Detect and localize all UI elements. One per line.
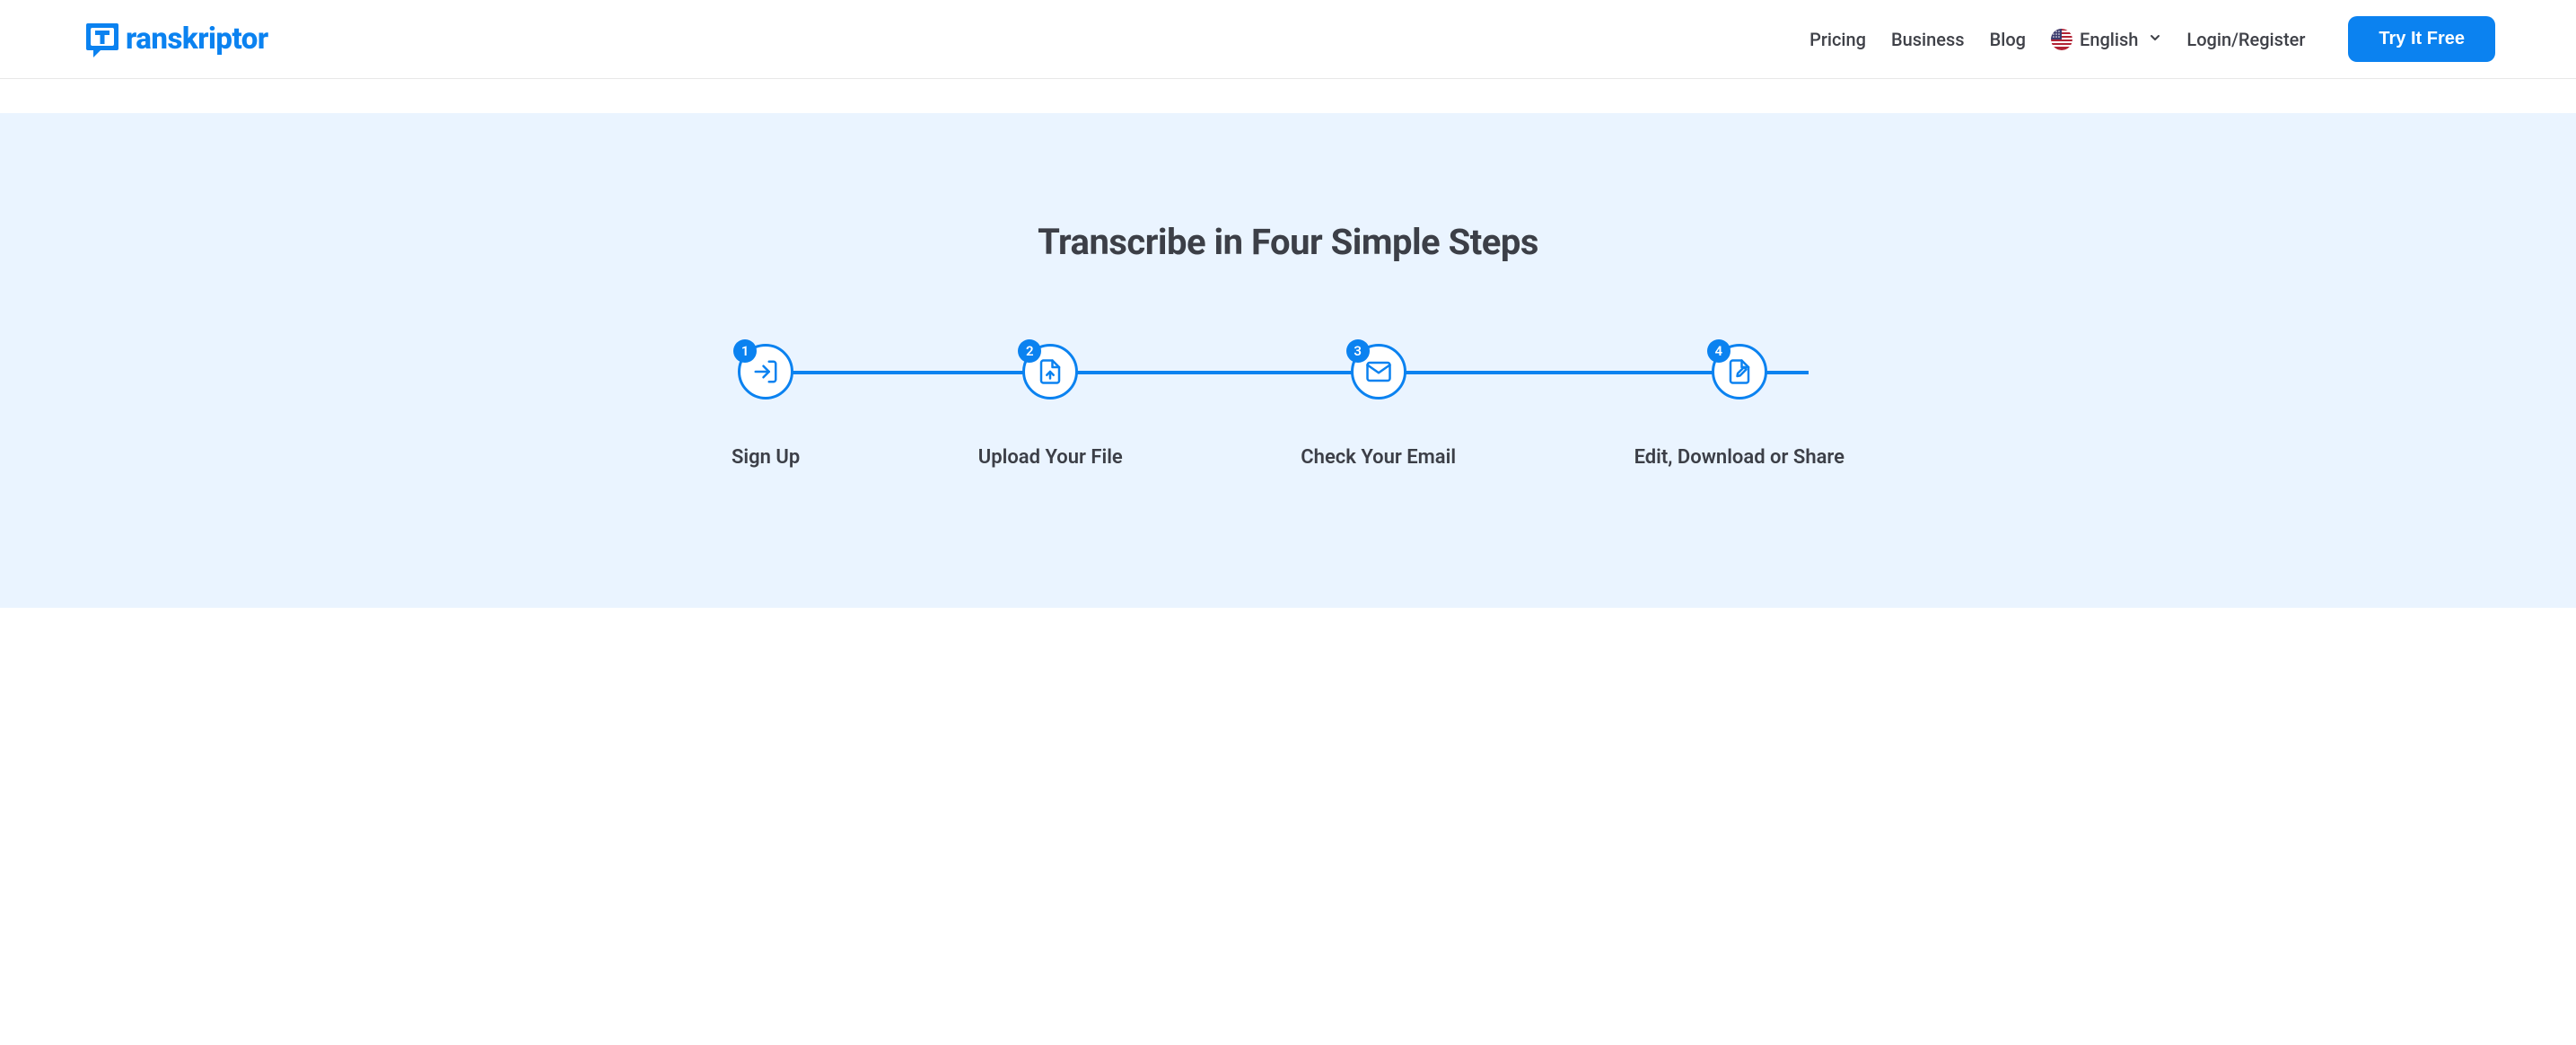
- chevron-down-icon: [2149, 31, 2161, 48]
- step-signup: 1 Sign Up: [732, 344, 800, 469]
- step-number: 3: [1346, 339, 1370, 363]
- mail-icon: [1365, 358, 1392, 385]
- step-label: Edit, Download or Share: [1634, 446, 1844, 469]
- step-circle: 1: [738, 344, 793, 400]
- language-selector[interactable]: English: [2051, 29, 2161, 50]
- edit-file-icon: [1726, 358, 1753, 385]
- hero-title: Transcribe in Four Simple Steps: [0, 221, 2576, 263]
- flag-icon: [2051, 29, 2072, 50]
- signin-icon: [752, 358, 779, 385]
- step-circle: 3: [1351, 344, 1406, 400]
- nav-login[interactable]: Login/Register: [2186, 29, 2305, 50]
- step-label: Check Your Email: [1301, 446, 1456, 469]
- language-label: English: [2080, 29, 2138, 50]
- main-nav: Pricing Business Blog: [1809, 16, 2495, 62]
- logo-icon: [81, 18, 124, 61]
- step-number: 1: [733, 339, 757, 363]
- main-header: ranskriptor Pricing Business Blog: [0, 0, 2576, 79]
- logo-text: ranskriptor: [126, 22, 268, 57]
- step-number: 4: [1707, 339, 1730, 363]
- steps-wrapper: 1 Sign Up 2: [714, 344, 1862, 469]
- upload-file-icon: [1037, 358, 1064, 385]
- step-circle: 4: [1712, 344, 1767, 400]
- nav-business[interactable]: Business: [1891, 29, 1965, 50]
- step-label: Sign Up: [732, 446, 800, 469]
- step-upload: 2 Upload Your File: [978, 344, 1123, 469]
- logo[interactable]: ranskriptor: [81, 18, 268, 61]
- hero-section: Transcribe in Four Simple Steps 1 Sign U…: [0, 113, 2576, 608]
- step-label: Upload Your File: [978, 446, 1123, 469]
- nav-blog[interactable]: Blog: [1990, 29, 2026, 50]
- step-circle: 2: [1022, 344, 1078, 400]
- step-email: 3 Check Your Email: [1301, 344, 1456, 469]
- step-edit: 4 Edit, Download or Share: [1634, 344, 1844, 469]
- nav-pricing[interactable]: Pricing: [1809, 29, 1866, 50]
- try-free-button[interactable]: Try It Free: [2348, 16, 2495, 62]
- steps-container: 1 Sign Up 2: [714, 344, 1862, 469]
